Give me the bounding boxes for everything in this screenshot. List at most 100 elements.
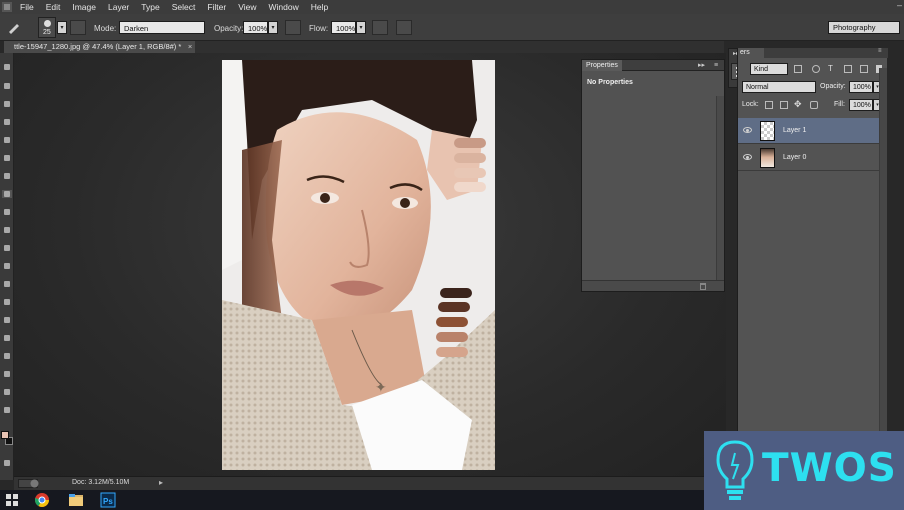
healing-tool-icon[interactable] (2, 172, 12, 180)
path-select-tool-icon[interactable] (2, 352, 12, 360)
gradient-tool-icon[interactable] (2, 262, 12, 270)
opacity-label: Opacity: (214, 24, 244, 33)
filter-pixel-icon[interactable] (794, 65, 802, 73)
filter-smart-object-icon[interactable] (860, 65, 868, 73)
document-tab-title: ttle-15947_1280.jpg @ 47.4% (Layer 1, RG… (14, 42, 182, 51)
menu-image[interactable]: Image (66, 0, 102, 14)
opacity-input[interactable]: 100% (243, 21, 268, 34)
photoshop-icon[interactable]: Ps (100, 492, 116, 508)
brush-size-value: 25 (43, 29, 51, 36)
windows-start-icon[interactable] (4, 492, 20, 508)
document-tab[interactable]: ttle-15947_1280.jpg @ 47.4% (Layer 1, RG… (4, 41, 196, 53)
svg-text:✦: ✦ (375, 380, 387, 396)
brush-panel-toggle-icon[interactable] (70, 20, 86, 35)
filter-adjustment-icon[interactable] (812, 65, 820, 73)
layers-tab[interactable]: ers (738, 48, 764, 58)
status-bar: Doc: 3.12M/5.10M ▸ (14, 476, 726, 490)
pen-tool-icon[interactable] (2, 316, 12, 324)
properties-scrollbar[interactable] (716, 96, 724, 280)
document-size: Doc: 3.12M/5.10M (72, 479, 130, 486)
lock-image-icon[interactable] (780, 101, 788, 109)
hand-tool-icon[interactable] (2, 388, 12, 396)
tools-panel (0, 53, 14, 480)
lock-position-icon[interactable]: ✥ (794, 99, 802, 110)
lock-transparent-icon[interactable] (765, 101, 773, 109)
filter-type-icon[interactable]: T (828, 64, 833, 73)
flow-dropdown[interactable]: ▾ (356, 21, 366, 34)
shape-tool-icon[interactable] (2, 370, 12, 378)
menu-layer[interactable]: Layer (102, 0, 135, 14)
menu-help[interactable]: Help (305, 0, 334, 14)
move-tool-icon[interactable] (2, 63, 12, 71)
menu-edit[interactable]: Edit (40, 0, 67, 14)
filter-shape-icon[interactable] (844, 65, 852, 73)
collapse-panel-icon[interactable]: ▸▸ (698, 60, 705, 71)
clone-stamp-tool-icon[interactable] (2, 208, 12, 216)
layer-thumbnail (760, 148, 775, 168)
document-tab-bar: ttle-15947_1280.jpg @ 47.4% (Layer 1, RG… (4, 41, 724, 53)
info-icon[interactable] (30, 479, 39, 488)
zoom-tool-icon[interactable] (2, 406, 12, 414)
properties-message: No Properties (587, 79, 633, 86)
brush-tool-active-icon[interactable] (2, 190, 12, 198)
menu-type[interactable]: Type (135, 0, 165, 14)
file-explorer-icon[interactable] (68, 492, 84, 508)
lasso-tool-icon[interactable] (2, 100, 12, 108)
fill-input[interactable]: 100% (849, 99, 873, 111)
blend-mode-select[interactable]: Normal (742, 81, 816, 93)
menu-view[interactable]: View (232, 0, 262, 14)
dodge-tool-icon[interactable] (2, 298, 12, 306)
layer-name: Layer 1 (783, 127, 807, 134)
options-bar: 25 ▾ Mode: Darken Opacity: 100% ▾ Flow: … (0, 14, 904, 41)
trash-icon[interactable] (700, 283, 706, 290)
type-tool-icon[interactable] (2, 334, 12, 342)
menu-bar: File Edit Image Layer Type Select Filter… (0, 0, 904, 14)
airbrush-icon[interactable] (372, 20, 388, 35)
properties-panel: Properties ▸▸ ≡ No Properties (581, 59, 725, 292)
svg-text:Ps: Ps (103, 497, 113, 506)
menu-window[interactable]: Window (262, 0, 304, 14)
layer-thumbnail (760, 121, 775, 141)
menu-select[interactable]: Select (166, 0, 202, 14)
foreground-color-swatch[interactable] (1, 431, 9, 439)
visibility-eye-icon[interactable] (743, 154, 752, 160)
mode-select[interactable]: Darken (119, 21, 205, 34)
layers-scrollbar[interactable] (879, 68, 887, 472)
layers-opacity-input[interactable]: 100% (849, 81, 873, 93)
flow-input[interactable]: 100% (331, 21, 356, 34)
history-brush-tool-icon[interactable] (2, 226, 12, 234)
layer-row-layer-0[interactable]: Layer 0 (738, 145, 879, 171)
properties-tab[interactable]: Properties (582, 60, 622, 71)
brush-tool-icon[interactable] (6, 20, 22, 35)
eyedropper-tool-icon[interactable] (2, 154, 12, 162)
opacity-dropdown[interactable]: ▾ (268, 21, 278, 34)
visibility-eye-icon[interactable] (743, 127, 752, 133)
lock-all-icon[interactable] (810, 101, 818, 109)
pressure-opacity-icon[interactable] (285, 20, 301, 35)
document-canvas[interactable]: ✦ (222, 60, 495, 470)
status-menu-arrow[interactable]: ▸ (159, 478, 163, 487)
crop-tool-icon[interactable] (2, 136, 12, 144)
app-icon (2, 2, 12, 12)
layer-row-layer-1[interactable]: Layer 1 (738, 118, 879, 144)
chrome-icon[interactable] (34, 492, 50, 508)
quick-mask-icon[interactable] (2, 459, 12, 467)
pressure-size-icon[interactable] (396, 20, 412, 35)
filter-kind-select[interactable]: Kind (750, 63, 788, 75)
brush-preset-picker[interactable]: 25 (38, 17, 56, 38)
brush-preset-dropdown[interactable]: ▾ (57, 21, 67, 34)
menu-filter[interactable]: Filter (201, 0, 232, 14)
properties-footer (582, 280, 724, 291)
layers-menu-icon[interactable]: ≡ (878, 48, 882, 54)
eraser-tool-icon[interactable] (2, 244, 12, 252)
quick-select-tool-icon[interactable] (2, 118, 12, 126)
blur-tool-icon[interactable] (2, 280, 12, 288)
marquee-tool-icon[interactable] (2, 82, 12, 90)
minimize-button[interactable]: – (897, 0, 902, 10)
panel-menu-icon[interactable]: ≡ (714, 60, 718, 71)
workspace-switcher[interactable]: Photography (828, 21, 900, 34)
close-tab-icon[interactable]: × (188, 41, 192, 53)
fill-label: Fill: (834, 101, 845, 108)
watermark-text: TWOS (762, 446, 897, 491)
menu-file[interactable]: File (14, 0, 40, 14)
